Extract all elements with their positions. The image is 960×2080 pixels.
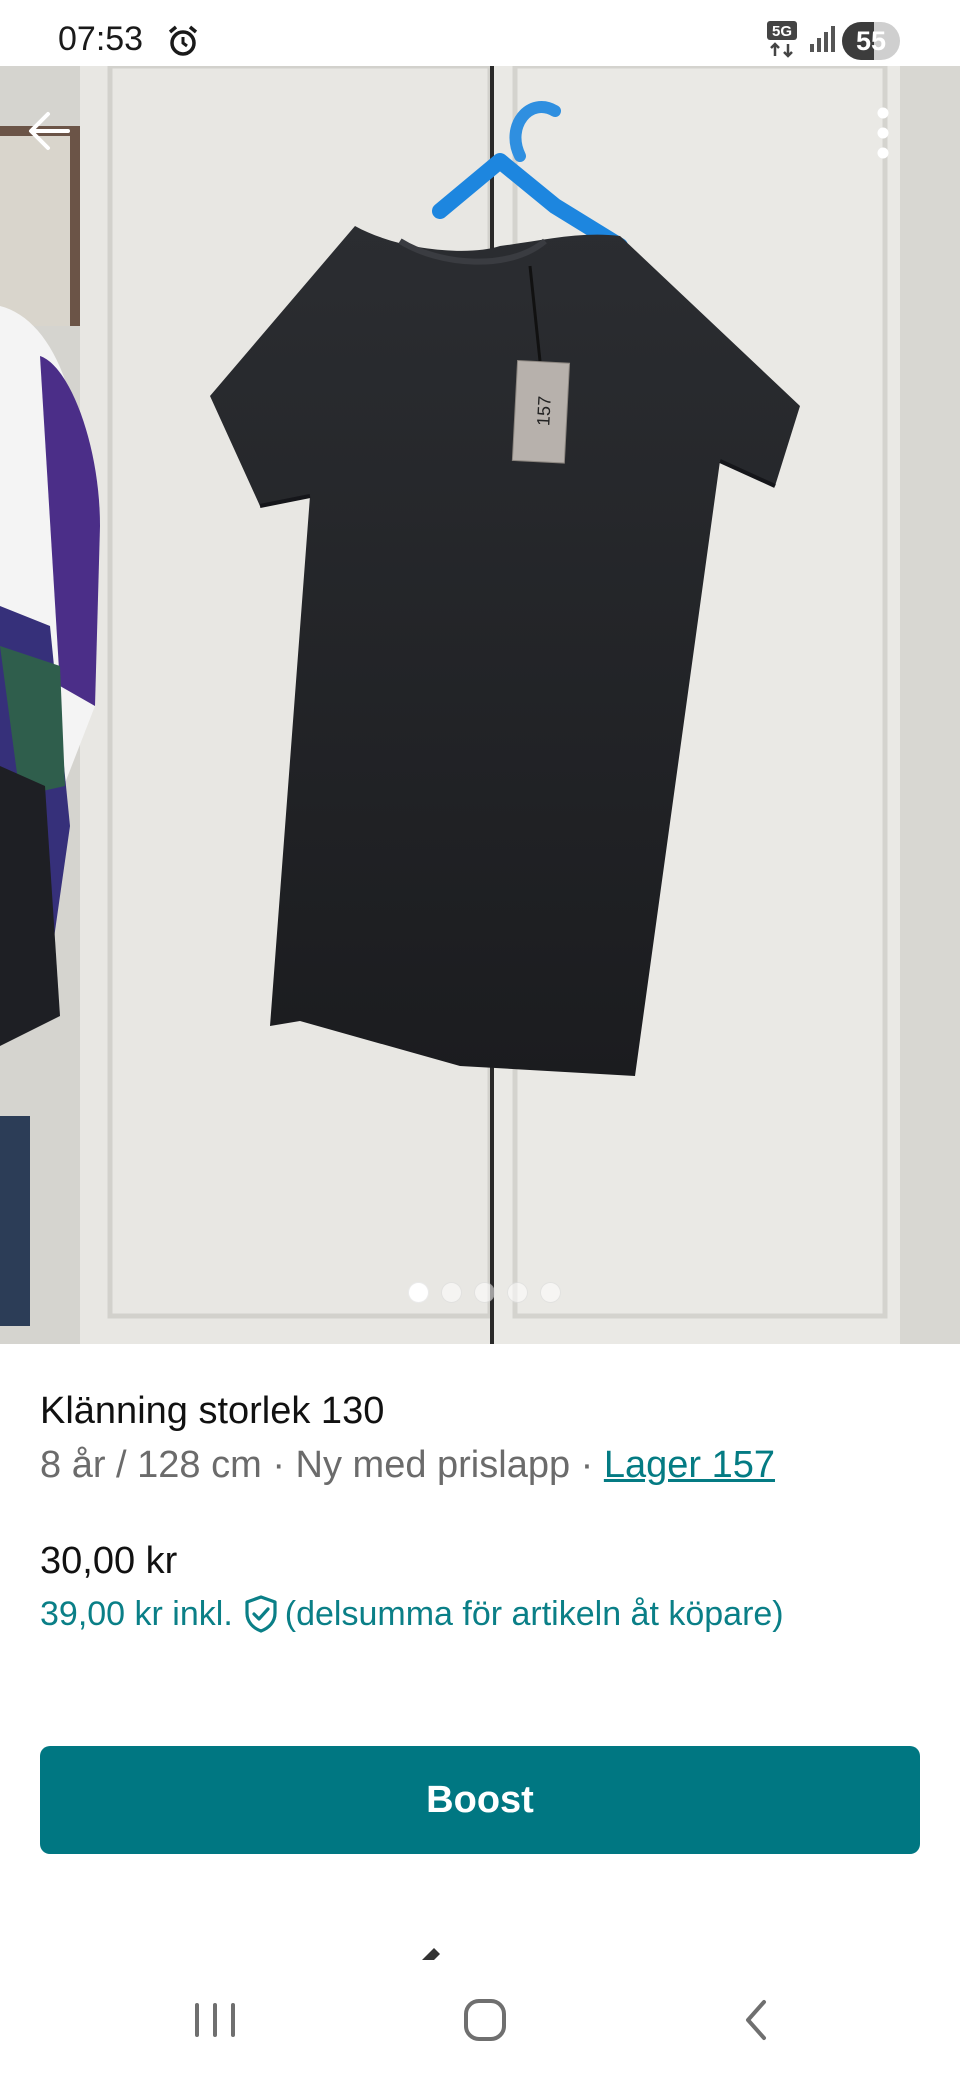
product-image-gallery[interactable]: 157 [0,66,960,1344]
shield-check-icon [245,1595,277,1633]
gallery-dot[interactable] [540,1282,561,1303]
gallery-dot[interactable] [441,1282,462,1303]
gallery-dot[interactable] [408,1282,429,1303]
more-vertical-icon [877,107,889,159]
item-details: 8 år / 128 cm · Ny med prislapp · Lager … [40,1444,775,1487]
product-photo: 157 [0,66,960,1344]
price-with-protection[interactable]: 39,00 kr inkl. (delsumma för artikeln åt… [40,1594,784,1634]
edit-icon [422,1948,440,1960]
alarm-icon [168,25,198,56]
status-time: 07:53 [58,20,144,58]
item-size-condition: 8 år / 128 cm · Ny med prislapp · [40,1444,604,1486]
status-bar: 07:53 5G 55 [0,0,960,66]
gallery-dot[interactable] [474,1282,495,1303]
price-incl-value: 39,00 kr inkl. [40,1594,233,1633]
gallery-dot[interactable] [507,1282,528,1303]
gallery-pagination[interactable] [408,1282,561,1303]
recents-icon[interactable] [180,1990,250,2050]
back-button[interactable] [26,110,86,170]
boost-button[interactable]: Boost [40,1746,920,1854]
signal-icon [810,26,835,52]
battery-indicator: 55 [842,22,900,60]
network-label: 5G [772,23,792,40]
price-tag-text: 157 [533,395,555,426]
item-price: 30,00 kr [40,1540,178,1582]
back-chevron-icon[interactable] [720,1990,790,2050]
partially-hidden-row [414,1944,574,1960]
system-navigation-bar [0,1960,960,2080]
home-icon[interactable] [450,1990,520,2050]
battery-level: 55 [855,26,887,56]
price-incl-note: (delsumma för artikeln åt köpare) [284,1594,784,1633]
arrow-left-icon [29,112,70,150]
network-5g-icon: 5G [767,21,797,58]
item-title: Klänning storlek 130 [40,1390,385,1432]
more-options-button[interactable] [876,106,932,178]
brand-link[interactable]: Lager 157 [604,1444,775,1486]
